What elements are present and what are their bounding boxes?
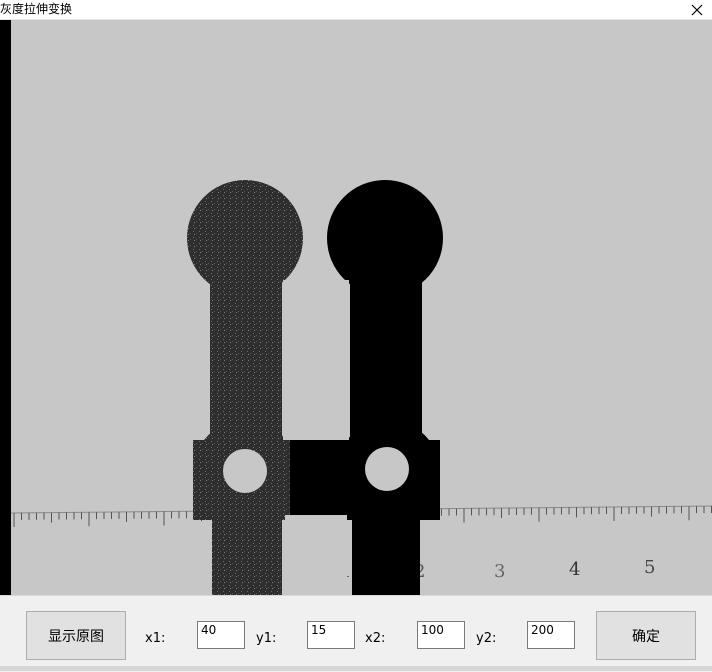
x1-input[interactable]: 40 bbox=[197, 621, 245, 649]
y2-label: y2: bbox=[476, 631, 497, 646]
control-panel: 显示原图 x1: 40 y1: 15 x2: 100 y2: 200 确定 bbox=[0, 595, 712, 672]
close-button[interactable] bbox=[682, 0, 712, 19]
lower-gap bbox=[285, 515, 347, 595]
y1-input[interactable]: 15 bbox=[307, 621, 355, 649]
title-bar: 灰度拉伸变换 bbox=[0, 0, 712, 20]
ruler-number-5: 5 bbox=[644, 557, 655, 578]
ruler-number-4: 4 bbox=[569, 559, 580, 580]
confirm-button[interactable]: 确定 bbox=[596, 611, 696, 660]
left-border bbox=[0, 20, 11, 595]
x2-label: x2: bbox=[365, 631, 386, 646]
image-display: 1 2 3 4 5 bbox=[0, 20, 712, 595]
close-icon bbox=[691, 4, 703, 15]
grayscale-image: 1 2 3 4 5 bbox=[0, 20, 712, 595]
x2-input[interactable]: 100 bbox=[417, 621, 465, 649]
y2-input[interactable]: 200 bbox=[527, 621, 575, 649]
bottom-edge bbox=[0, 666, 712, 671]
window-title: 灰度拉伸变换 bbox=[0, 2, 73, 16]
ruler-number-3: 3 bbox=[494, 561, 505, 582]
y1-label: y1: bbox=[256, 631, 277, 646]
specimen-gap bbox=[283, 280, 349, 440]
x1-label: x1: bbox=[145, 631, 166, 646]
show-original-button[interactable]: 显示原图 bbox=[26, 611, 126, 660]
